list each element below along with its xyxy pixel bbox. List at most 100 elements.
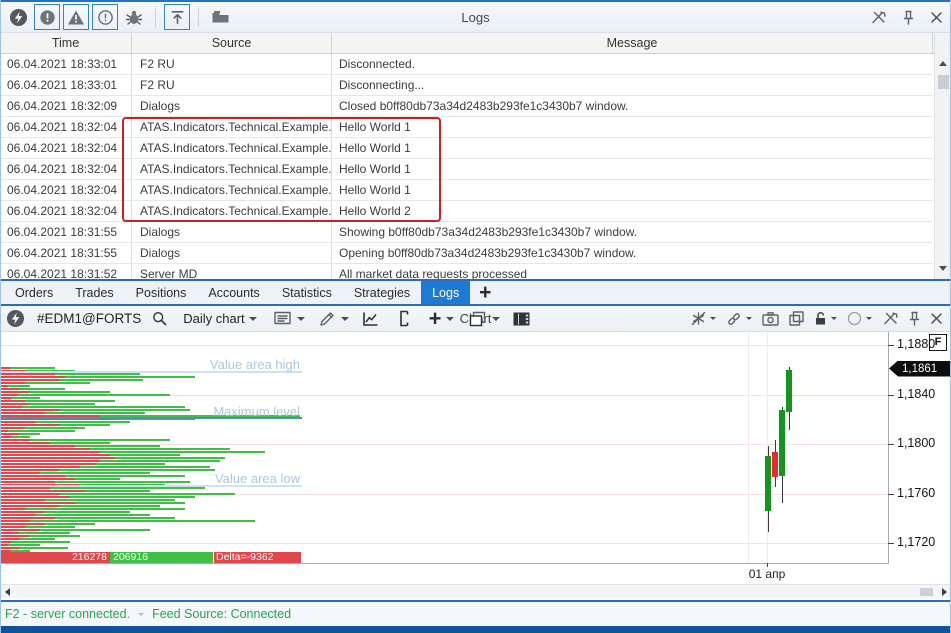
profile-bid-bar xyxy=(0,454,110,456)
profile-bid-bar xyxy=(0,373,55,375)
scroll-to-top-button[interactable] xyxy=(164,4,190,30)
close-icon[interactable] xyxy=(930,11,943,24)
chart-area[interactable]: F 01 апр 216278 206916 Delta=-9362 1,186… xyxy=(0,332,951,600)
profile-ask-bar xyxy=(100,451,265,453)
cell-message: Disconnecting... xyxy=(332,75,933,95)
chart-titlebar: #EDM1@FORTS Daily chart xyxy=(0,306,951,332)
price-gridline xyxy=(0,543,888,544)
tab-orders[interactable]: Orders xyxy=(4,281,64,304)
table-row[interactable]: 06.04.2021 18:32:04ATAS.Indicators.Techn… xyxy=(0,159,933,180)
table-row[interactable]: 06.04.2021 18:32:04ATAS.Indicators.Techn… xyxy=(0,138,933,159)
search-icon[interactable] xyxy=(149,309,169,329)
close-icon[interactable] xyxy=(930,312,943,325)
table-row[interactable]: 06.04.2021 18:31:52Server MDAll market d… xyxy=(0,264,933,279)
profile-bid-bar xyxy=(0,442,50,444)
add-indicator-button[interactable]: + xyxy=(429,311,454,327)
windows-button[interactable] xyxy=(468,309,500,329)
cell-source: Dialogs xyxy=(132,96,332,116)
value-area-low-label: Value area low xyxy=(180,471,300,486)
settings-icon[interactable] xyxy=(870,10,887,25)
tab-statistics[interactable]: Statistics xyxy=(271,281,343,304)
table-row[interactable]: 06.04.2021 18:31:55DialogsOpening b0ff80… xyxy=(0,243,933,264)
chevron-down-icon xyxy=(710,317,716,320)
candle xyxy=(786,370,792,413)
clone-icon[interactable] xyxy=(789,311,804,326)
toolbar-separator xyxy=(198,7,199,27)
profile-bid-bar xyxy=(0,517,55,519)
scrollbar-right-arrow[interactable] xyxy=(942,588,947,596)
drawing-tools-button[interactable] xyxy=(317,309,349,329)
clusters-icon[interactable] xyxy=(395,309,415,329)
profile-bid-bar xyxy=(0,523,45,525)
time-gridline xyxy=(748,332,749,563)
crosshair-button[interactable] xyxy=(691,311,716,326)
color-marker-button[interactable] xyxy=(847,311,872,326)
profile-bid-bar xyxy=(0,388,20,390)
info-filter-button[interactable] xyxy=(92,4,118,30)
column-header-time[interactable]: Time xyxy=(0,33,132,53)
profile-ask-bar xyxy=(12,397,40,399)
tab-accounts[interactable]: Accounts xyxy=(197,281,270,304)
instrument-selector[interactable]: #EDM1@FORTS xyxy=(37,311,141,326)
scrollbar-thumb[interactable] xyxy=(938,75,949,89)
logs-table: Time Source Message 06.04.2021 18:33:01F… xyxy=(0,33,951,279)
screenshot-icon[interactable] xyxy=(762,312,779,326)
add-tab-button[interactable]: + xyxy=(470,281,500,304)
cell-time: 06.04.2021 18:32:04 xyxy=(0,138,132,158)
chart-type-icon[interactable] xyxy=(361,309,381,329)
chart-horizontal-scrollbar[interactable] xyxy=(0,584,951,598)
open-folder-button[interactable] xyxy=(207,4,233,30)
price-tick-label: 1,1760 xyxy=(897,486,935,500)
debug-filter-button[interactable] xyxy=(121,4,147,30)
current-price-badge: 1,1861 xyxy=(889,361,951,377)
tab-strategies[interactable]: Strategies xyxy=(343,281,421,304)
scrollbar-up-arrow[interactable] xyxy=(939,61,947,66)
profile-ask-bar xyxy=(60,493,235,495)
tab-positions[interactable]: Positions xyxy=(125,281,198,304)
pin-icon[interactable] xyxy=(903,10,914,25)
price-tick-label: 1,1720 xyxy=(897,535,935,549)
tab-items: OrdersTradesPositionsAccountsStatisticsS… xyxy=(4,281,470,304)
table-row[interactable]: 06.04.2021 18:32:04ATAS.Indicators.Techn… xyxy=(0,180,933,201)
table-row[interactable]: 06.04.2021 18:32:04ATAS.Indicators.Techn… xyxy=(0,117,933,138)
profile-ask-bar xyxy=(8,544,40,546)
plus-icon: + xyxy=(429,311,442,327)
table-row[interactable]: 06.04.2021 18:33:01F2 RUDisconnected. xyxy=(0,54,933,75)
table-row[interactable]: 06.04.2021 18:32:09DialogsClosed b0ff80d… xyxy=(0,96,933,117)
profile-bid-bar xyxy=(0,439,30,441)
cell-message: Hello World 1 xyxy=(332,117,933,137)
scrollbar-thumb[interactable] xyxy=(920,588,933,596)
profile-ask-bar xyxy=(60,409,190,411)
templates-button[interactable] xyxy=(273,309,305,329)
logs-vertical-scrollbar[interactable] xyxy=(934,33,951,279)
tab-logs[interactable]: Logs xyxy=(421,281,470,304)
table-row[interactable]: 06.04.2021 18:32:04ATAS.Indicators.Techn… xyxy=(0,201,933,222)
errors-filter-button[interactable] xyxy=(34,4,60,30)
server-status[interactable]: F2 - server connected. xyxy=(5,607,130,621)
scrollbar-left-arrow[interactable] xyxy=(5,588,10,596)
scrollbar-down-arrow[interactable] xyxy=(939,266,947,271)
warnings-filter-button[interactable] xyxy=(63,4,89,30)
window-border-left xyxy=(0,0,1,633)
chevron-down-icon[interactable] xyxy=(138,613,144,616)
pin-icon[interactable] xyxy=(909,311,920,326)
lock-button[interactable] xyxy=(814,311,837,326)
link-button[interactable] xyxy=(726,311,752,327)
column-header-source[interactable]: Source xyxy=(132,33,332,53)
profile-ask-bar xyxy=(12,541,70,543)
profile-ask-bar xyxy=(25,508,185,510)
profile-bid-bar xyxy=(0,409,60,411)
profile-ask-bar xyxy=(30,535,80,537)
tab-trades[interactable]: Trades xyxy=(64,281,124,304)
settings-icon[interactable] xyxy=(882,311,899,326)
column-header-message[interactable]: Message xyxy=(332,33,933,53)
profile-ask-bar xyxy=(18,532,70,534)
table-row[interactable]: 06.04.2021 18:31:55DialogsShowing b0ff80… xyxy=(0,222,933,243)
table-row[interactable]: 06.04.2021 18:33:01F2 RUDisconnecting... xyxy=(0,75,933,96)
profile-ask-bar xyxy=(35,514,150,516)
profile-bid-bar xyxy=(0,475,65,477)
dom-panel-icon[interactable] xyxy=(512,309,532,329)
chevron-down-icon xyxy=(341,317,349,321)
period-selector[interactable]: Daily chart xyxy=(175,311,256,326)
ask-volume-total: 206916 xyxy=(110,552,213,563)
